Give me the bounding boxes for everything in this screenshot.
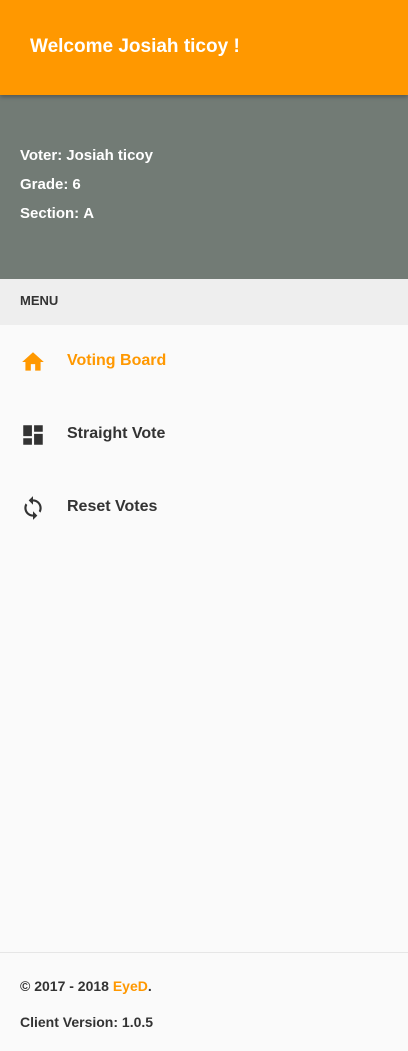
footer: © 2017 - 2018 EyeD. Client Version: 1.0.… [0, 952, 408, 1051]
client-version: Client Version: 1.0.5 [20, 1014, 154, 1030]
grade-value: 6 [72, 176, 81, 193]
copyright-text: © 2017 - 2018 EyeD. [20, 978, 152, 994]
welcome-title: Welcome Josiah ticoy ! [30, 36, 240, 57]
voter-name-line: Voter: Josiah ticoy [20, 147, 153, 164]
menu-item-label: Straight Vote [67, 425, 166, 442]
dashboard-icon [23, 425, 43, 445]
menu-item-label: Reset Votes [67, 498, 158, 515]
brand-link[interactable]: EyeD [113, 978, 148, 994]
voter-name: Josiah ticoy [66, 147, 153, 164]
copyright-prefix: © 2017 - 2018 [20, 978, 109, 994]
menu-item-straight-vote[interactable]: Straight Vote [0, 398, 408, 471]
menu-item-voting-board[interactable]: Voting Board [0, 325, 408, 398]
voter-label: Voter: [20, 147, 63, 164]
section-label: Section: [20, 205, 80, 222]
app-header: Welcome Josiah ticoy ! [0, 0, 408, 95]
side-menu: Voting Board Straight Vote Reset Votes [0, 325, 408, 544]
copyright-suffix: . [147, 978, 152, 994]
grade-label: Grade: [20, 176, 69, 193]
home-icon [22, 352, 44, 371]
voter-section-line: Section: A [20, 205, 94, 222]
section-value: A [83, 205, 95, 222]
menu-header: MENU [0, 279, 408, 325]
app-root: Welcome Josiah ticoy ! Voter: Josiah tico… [0, 0, 408, 1051]
voter-grade-line: Grade: 6 [20, 176, 81, 193]
menu-item-reset-votes[interactable]: Reset Votes [0, 471, 408, 544]
sync-icon [24, 496, 42, 520]
menu-header-label: MENU [20, 293, 59, 308]
voter-info-panel: Voter: Josiah ticoy Grade: 6 Section: A [0, 95, 408, 279]
menu-item-label: Voting Board [67, 352, 167, 369]
